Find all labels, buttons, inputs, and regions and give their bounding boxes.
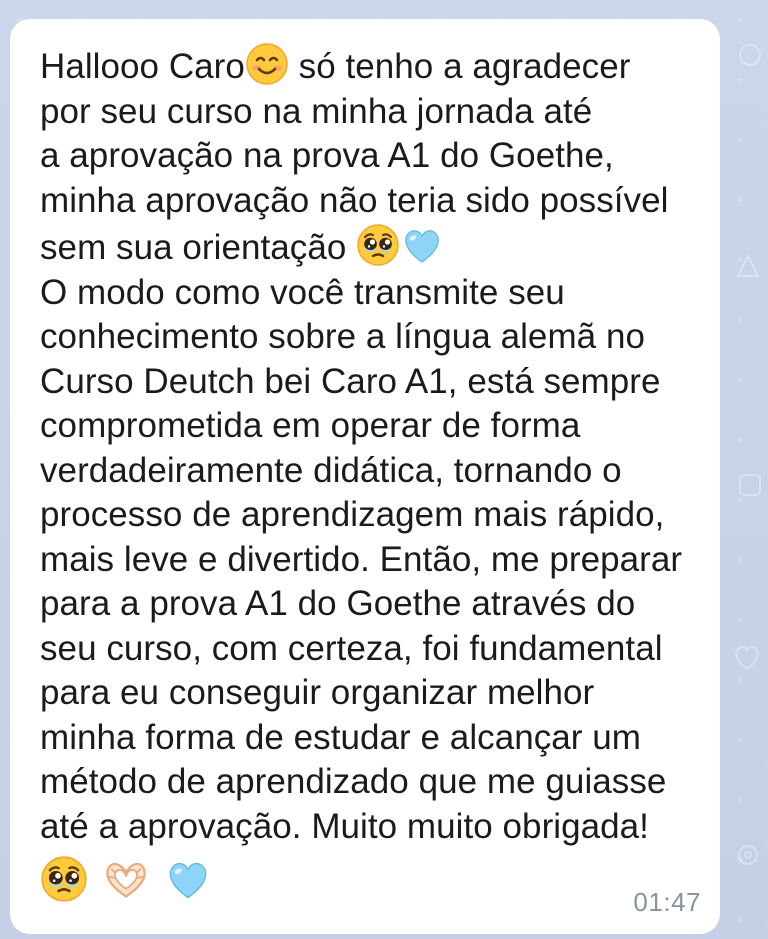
- message-line: minha forma de estudar e alcançar um: [40, 717, 641, 757]
- pleading-face-icon: [356, 223, 400, 267]
- message-line-text: Hallooo Caro: [40, 47, 245, 86]
- doodle-icon: [739, 44, 761, 66]
- light-blue-heart-icon: [400, 223, 444, 267]
- message-line-text: sem sua orientação: [40, 228, 357, 267]
- heart-hands-icon: [102, 855, 150, 903]
- message-line: até a aprovação. Muito muito obrigada!: [40, 806, 649, 846]
- message-line: para a prova A1 do Goethe através do: [40, 584, 636, 623]
- smiling-face-icon: [245, 42, 289, 86]
- message-line: a aprovação na prova A1 do Goethe,: [40, 136, 614, 175]
- message-line: verdadeiramente didática, tornando o: [40, 450, 622, 490]
- message-line: comprometida em operar de forma: [40, 406, 581, 445]
- message-line: seu curso, com certeza, foi fundamental: [40, 628, 663, 668]
- message-line: para eu conseguir organizar melhor: [40, 673, 595, 712]
- message-line: por seu curso na minha jornada até: [40, 91, 593, 131]
- message-line: conhecimento sobre a língua alemã no: [40, 317, 645, 356]
- message-line: método de aprendizado que me guiasse: [40, 762, 667, 801]
- message-line: Hallooo Caro só tenho a agradecer: [40, 42, 720, 90]
- message-line: minha aprovação não teria sido possível: [40, 180, 669, 220]
- light-blue-heart-icon: [164, 855, 212, 903]
- message-bubble[interactable]: Hallooo Caro só tenho a agradecer por se…: [10, 19, 720, 934]
- doodle-icon: [736, 253, 760, 277]
- doodle-icon: [739, 474, 761, 496]
- pleading-face-icon: [40, 855, 88, 903]
- message-line: processo de aprendizagem mais rápido,: [40, 495, 665, 534]
- message-timestamp: 01:47: [633, 887, 701, 917]
- doodle-icon: [738, 845, 758, 865]
- emoji-row: [40, 855, 720, 909]
- message-line: sem sua orientação: [40, 223, 720, 271]
- message-text: Hallooo Caro só tenho a agradecer por se…: [40, 42, 720, 909]
- message-line: mais leve e divertido. Então, me prepara…: [40, 539, 683, 579]
- message-line-text: só tenho a agradecer: [288, 47, 631, 86]
- doodle-icon: [735, 645, 759, 671]
- message-line: Curso Deutch bei Caro A1, está sempre: [40, 361, 661, 401]
- message-line: O modo como você transmite seu: [40, 272, 565, 312]
